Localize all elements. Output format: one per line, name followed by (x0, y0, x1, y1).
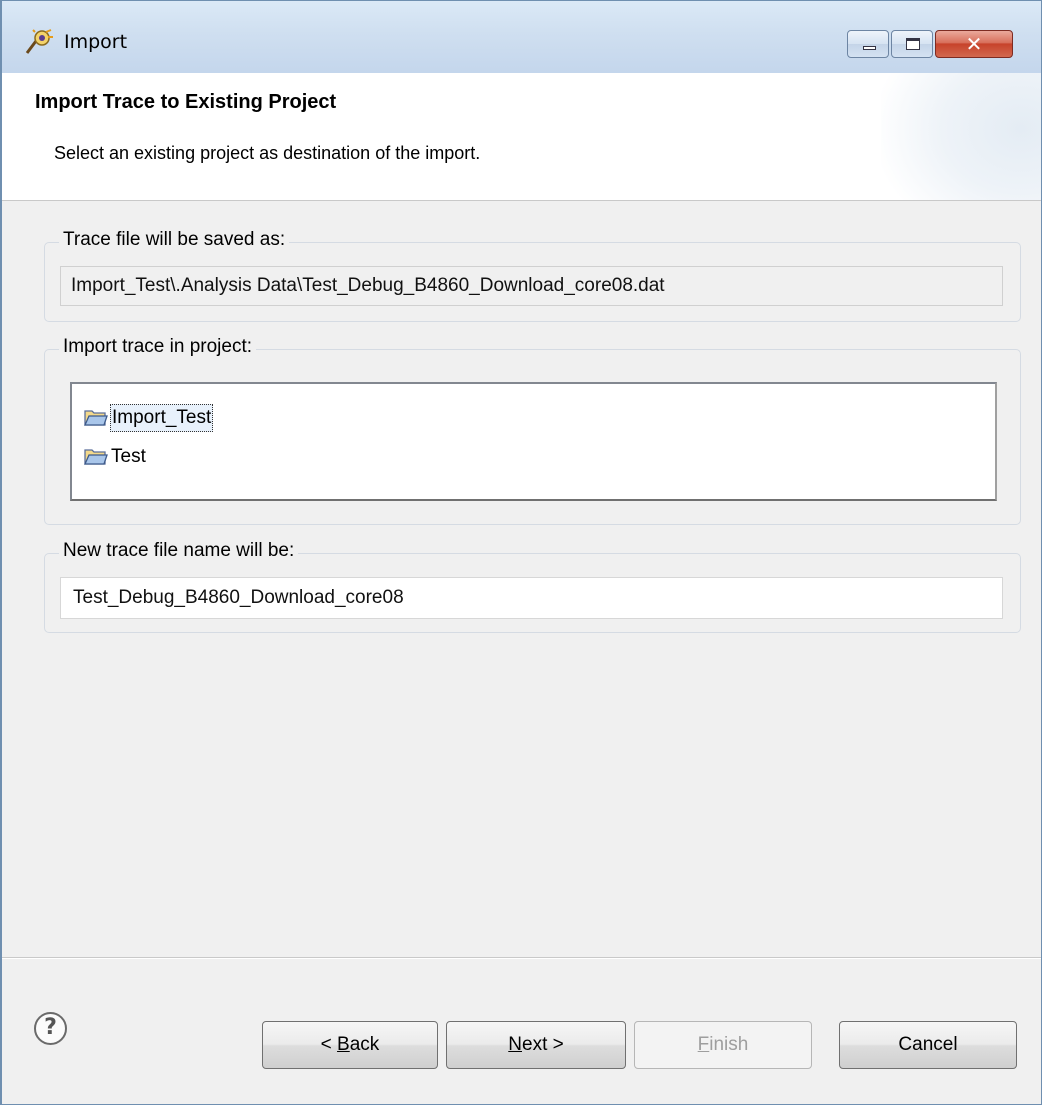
folder-open-icon (84, 410, 108, 426)
page-description: Select an existing project as destinatio… (54, 143, 481, 163)
saved-as-group: Trace file will be saved as: Import_Test… (44, 229, 1021, 322)
finish-label-rest: inish (709, 1034, 749, 1055)
maximize-button[interactable] (891, 30, 933, 58)
tree-item-label: Test (111, 446, 146, 467)
next-label-rest: ext > (522, 1034, 564, 1055)
saved-as-path-field: Import_Test\.Analysis Data\Test_Debug_B4… (60, 266, 1003, 306)
finish-mnemonic: F (697, 1034, 710, 1055)
new-trace-name-input[interactable]: Test_Debug_B4860_Download_core08 (60, 577, 1003, 619)
title-bar[interactable]: Import ✕ (2, 1, 1041, 73)
next-mnemonic: N (508, 1034, 522, 1055)
close-button[interactable]: ✕ (935, 30, 1013, 58)
help-icon[interactable]: ? (34, 1012, 67, 1045)
window-title: Import (64, 31, 128, 53)
back-prefix: < (320, 1034, 338, 1055)
maximize-icon (906, 38, 920, 50)
tree-item-test[interactable]: Test (84, 441, 147, 473)
saved-as-label: Trace file will be saved as: (59, 229, 290, 251)
finish-button[interactable]: Finish (634, 1021, 812, 1069)
cancel-button[interactable]: Cancel (839, 1021, 1017, 1069)
new-name-group: New trace file name will be: Test_Debug_… (44, 540, 1021, 633)
minimize-button[interactable] (847, 30, 889, 58)
tree-item-label: Import_Test (110, 404, 214, 432)
button-bar-separator (2, 957, 1041, 959)
folder-open-icon (84, 449, 108, 465)
back-label-rest: ack (349, 1034, 380, 1055)
next-button[interactable]: Next > (446, 1021, 626, 1069)
close-icon: ✕ (965, 32, 983, 56)
eclipse-wizard-icon (25, 29, 53, 54)
banner-decoration (881, 73, 1041, 200)
import-dialog: Import ✕ Import Trace to Existing Projec… (0, 0, 1042, 1105)
tree-item-import-test[interactable]: Import_Test (84, 402, 214, 434)
wizard-banner: Import Trace to Existing Project Select … (2, 73, 1041, 201)
back-button[interactable]: < Back (262, 1021, 438, 1069)
minimize-icon (863, 46, 876, 50)
page-title: Import Trace to Existing Project (35, 91, 337, 113)
project-tree[interactable]: Import_Test Test (70, 382, 997, 501)
project-group: Import trace in project: Import_Test Tes… (44, 336, 1021, 525)
back-mnemonic: B (337, 1034, 350, 1055)
project-label: Import trace in project: (59, 336, 257, 358)
new-name-label: New trace file name will be: (59, 540, 299, 562)
